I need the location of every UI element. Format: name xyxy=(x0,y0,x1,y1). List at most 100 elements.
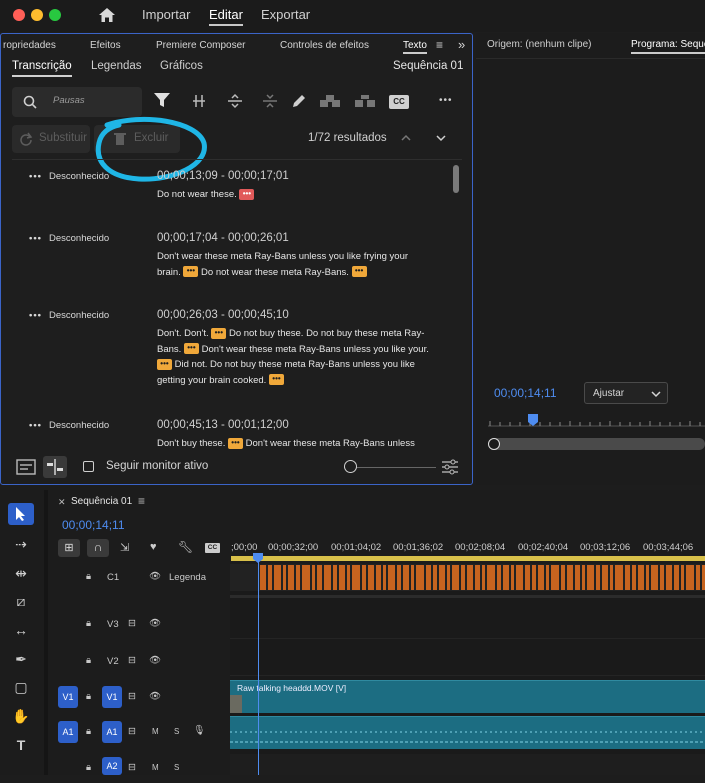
search-input[interactable]: Pausas xyxy=(53,95,85,106)
settings-sliders-icon[interactable] xyxy=(441,458,459,476)
sync-lock-icon[interactable]: ⊟ xyxy=(128,762,136,773)
tab-transcricao[interactable]: Transcrição xyxy=(12,60,72,77)
tab-premiere-composer[interactable]: Premiere Composer xyxy=(156,40,245,51)
razor-tool[interactable]: ⧄ xyxy=(8,590,34,612)
pause-marker[interactable]: ••• xyxy=(211,327,227,339)
wrench-icon[interactable]: 🔧︎ xyxy=(178,540,193,554)
track-header-v3[interactable]: 🔒︎ V3 ⊟ 👁︎ xyxy=(48,611,230,639)
lock-icon[interactable]: 🔒︎ xyxy=(86,762,91,773)
video-clip[interactable]: Raw talking headdd.MOV [V] xyxy=(230,680,705,713)
mute-button[interactable]: M xyxy=(152,727,159,736)
tab-graficos[interactable]: Gráficos xyxy=(160,60,203,72)
ripple-edit-tool[interactable]: ⇹ xyxy=(8,562,34,584)
program-zoom-bar[interactable] xyxy=(488,438,705,450)
track-header-c1[interactable]: 🔒︎ C1 👁︎ Legenda xyxy=(48,564,230,592)
segment-text[interactable]: Don't. Don't. ••• Do not buy these. Do n… xyxy=(157,326,447,388)
tab-texto[interactable]: Texto xyxy=(403,40,427,54)
cc-icon[interactable]: CC xyxy=(389,95,409,109)
zoom-slider[interactable] xyxy=(344,467,436,468)
merge-segments-icon[interactable] xyxy=(354,94,376,108)
microphone-icon[interactable]: 🎙︎ xyxy=(193,725,205,736)
track-select-tool[interactable]: ⇢ xyxy=(8,533,34,555)
program-timecode[interactable]: 00;00;14;11 xyxy=(494,386,557,400)
eye-icon[interactable]: 👁︎ xyxy=(149,691,161,702)
panel-menu-icon[interactable]: ≡ xyxy=(436,38,443,52)
sync-lock-icon[interactable]: ⊟ xyxy=(128,618,136,629)
track-area[interactable]: Raw talking headdd.MOV [V] xyxy=(230,564,705,775)
track-target-a1[interactable]: A1 xyxy=(102,721,122,743)
mute-button[interactable]: M xyxy=(152,763,159,772)
timeline-timecode[interactable]: 00;00;14;11 xyxy=(62,518,125,532)
eye-icon[interactable]: 👁︎ xyxy=(149,655,161,666)
speaker-label[interactable]: ••• Desconhecido xyxy=(29,420,109,431)
split-segment-icon[interactable] xyxy=(191,94,207,108)
pause-marker[interactable]: ••• xyxy=(239,188,255,200)
sequence-tab[interactable]: Sequência 01 xyxy=(71,496,132,507)
nest-toggle[interactable]: ⊞ xyxy=(58,539,80,557)
tab-propriedades[interactable]: ropriedades xyxy=(3,40,56,51)
menu-exportar[interactable]: Exportar xyxy=(261,7,310,22)
filter-icon[interactable] xyxy=(152,90,172,110)
lock-icon[interactable]: 🔒︎ xyxy=(86,726,91,737)
program-zoom-handle[interactable] xyxy=(488,438,500,450)
sync-lock-icon[interactable]: ⊟ xyxy=(128,691,136,702)
track-lane-v2[interactable] xyxy=(230,648,705,676)
track-header-v2[interactable]: 🔒︎ V2 ⊟ 👁︎ xyxy=(48,648,230,676)
add-marker-icon[interactable]: ♥ xyxy=(150,541,157,553)
follow-monitor-checkbox[interactable] xyxy=(83,461,94,472)
program-monitor-tab[interactable]: Programa: Sequê xyxy=(631,39,705,54)
pause-marker[interactable]: ••• xyxy=(351,266,367,278)
transcript-view-icon[interactable] xyxy=(16,458,36,476)
sequence-menu-icon[interactable]: ≡ xyxy=(138,494,145,508)
work-area-bar[interactable] xyxy=(231,556,705,561)
pause-marker[interactable]: ••• xyxy=(157,358,172,370)
snap-toggle[interactable]: ∩ xyxy=(87,539,109,557)
speaker-label[interactable]: ••• Desconhecido xyxy=(29,233,109,244)
sync-lock-icon[interactable]: ⊟ xyxy=(128,655,136,666)
previous-result-icon[interactable] xyxy=(400,133,412,143)
lock-icon[interactable]: 🔒︎ xyxy=(86,571,91,582)
solo-button[interactable]: S xyxy=(174,763,179,772)
zoom-window-button[interactable] xyxy=(49,9,61,21)
type-tool[interactable]: T xyxy=(8,734,34,756)
source-monitor-tab[interactable]: Origem: (nenhum clipe) xyxy=(487,39,591,50)
pause-marker[interactable]: ••• xyxy=(268,374,284,386)
tab-legendas[interactable]: Legendas xyxy=(91,60,142,72)
playhead-line[interactable] xyxy=(258,562,259,775)
speaker-group-icon[interactable] xyxy=(319,94,341,108)
caption-clips[interactable] xyxy=(260,565,705,590)
extract-icon[interactable] xyxy=(227,93,243,109)
track-lane-v3[interactable] xyxy=(230,611,705,639)
tab-efeitos[interactable]: Efeitos xyxy=(90,40,121,51)
track-target-v1[interactable]: V1 xyxy=(102,686,122,708)
zoom-slider-handle[interactable] xyxy=(344,460,357,473)
menu-importar[interactable]: Importar xyxy=(142,7,190,22)
close-sequence-icon[interactable]: ✕ xyxy=(58,497,66,508)
sync-lock-icon[interactable]: ⊟ xyxy=(128,726,136,737)
overflow-tabs-icon[interactable]: » xyxy=(458,37,465,52)
timeline-sync-icon[interactable] xyxy=(43,456,67,478)
next-result-icon[interactable] xyxy=(435,133,447,143)
tab-controles-de-efeitos[interactable]: Controles de efeitos xyxy=(280,40,369,51)
captions-icon[interactable]: CC xyxy=(205,543,220,553)
segment-text[interactable]: Don't buy these. ••• Don't wear these me… xyxy=(157,436,447,452)
solo-button[interactable]: S xyxy=(174,727,179,736)
audio-clip[interactable] xyxy=(230,716,705,749)
segment-text[interactable]: Do not wear these. ••• xyxy=(157,187,447,203)
program-ruler[interactable] xyxy=(488,410,705,430)
pencil-icon[interactable] xyxy=(291,93,307,109)
track-header-a1[interactable]: 🔒︎ A1 ⊟ M S 🎙︎ xyxy=(48,718,230,746)
pause-marker[interactable]: ••• xyxy=(183,266,199,278)
track-lane-a2[interactable] xyxy=(230,754,705,775)
eye-icon[interactable]: 👁︎ xyxy=(149,571,161,582)
menu-editar[interactable]: Editar xyxy=(209,7,243,26)
lock-icon[interactable]: 🔒︎ xyxy=(86,618,91,629)
speaker-label[interactable]: ••• Desconhecido xyxy=(29,171,109,182)
home-icon[interactable] xyxy=(98,7,116,23)
hand-tool[interactable]: ✋ xyxy=(8,705,34,727)
pause-marker[interactable]: ••• xyxy=(228,437,243,449)
speaker-label[interactable]: ••• Desconhecido xyxy=(29,310,109,321)
transcript-scrollbar[interactable] xyxy=(453,165,459,193)
minimize-window-button[interactable] xyxy=(31,9,43,21)
linked-selection-icon[interactable]: ⇲ xyxy=(120,541,129,554)
